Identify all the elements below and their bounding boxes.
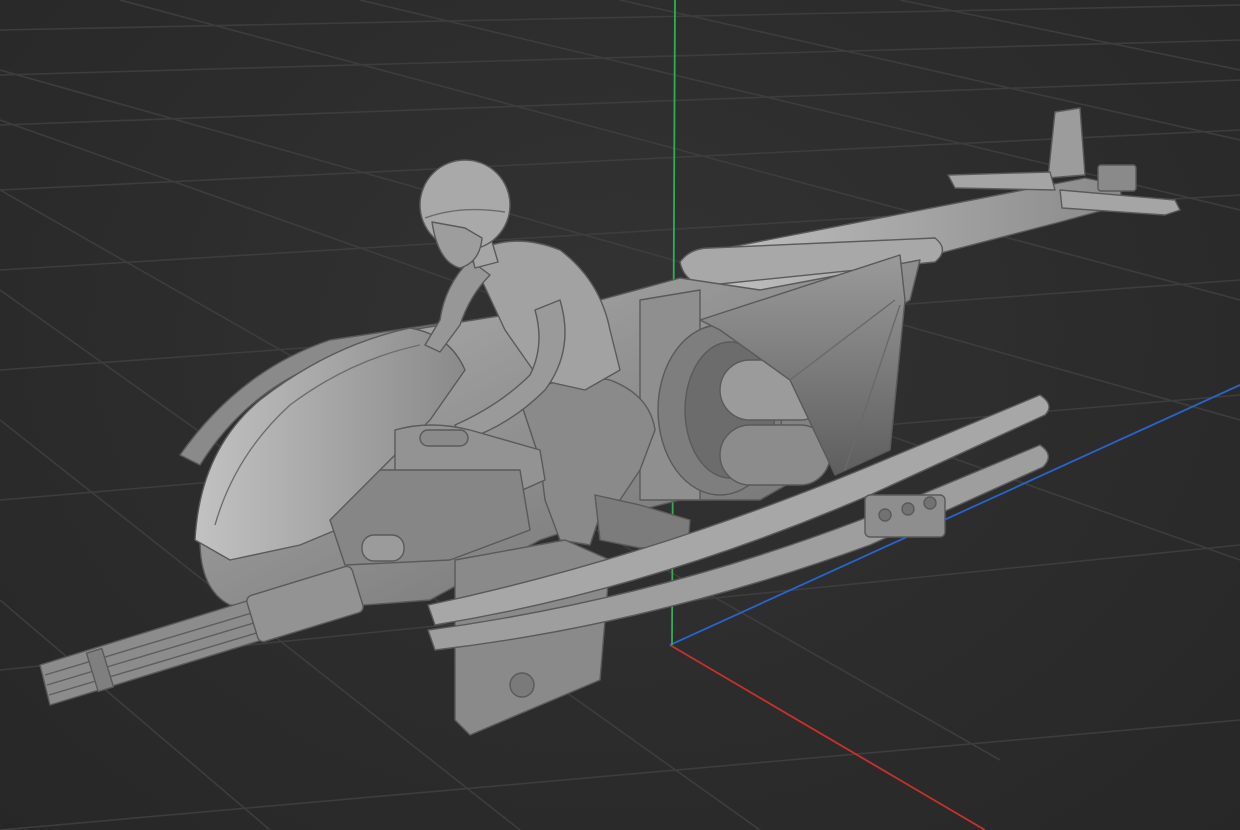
engine-pod-lower	[719, 424, 831, 486]
x-axis-line	[669, 644, 986, 830]
skid-bolt-2	[901, 502, 915, 516]
side-cylinder	[361, 534, 405, 562]
tail-fin-horizontal-left	[947, 171, 1056, 191]
skid-bolt-3	[923, 496, 937, 510]
minigun	[39, 565, 364, 706]
tail-fin-vertical	[1047, 107, 1086, 179]
handlebar-grip	[419, 429, 469, 447]
skid-bolt-1	[878, 508, 892, 522]
hoverbike-model[interactable]	[39, 107, 1181, 736]
keel-port	[509, 672, 535, 698]
3d-viewport[interactable]	[0, 0, 1240, 830]
viewport-canvas[interactable]	[0, 0, 1240, 830]
tail-exhaust-grille	[1097, 164, 1137, 192]
minigun-barrels	[39, 599, 263, 706]
